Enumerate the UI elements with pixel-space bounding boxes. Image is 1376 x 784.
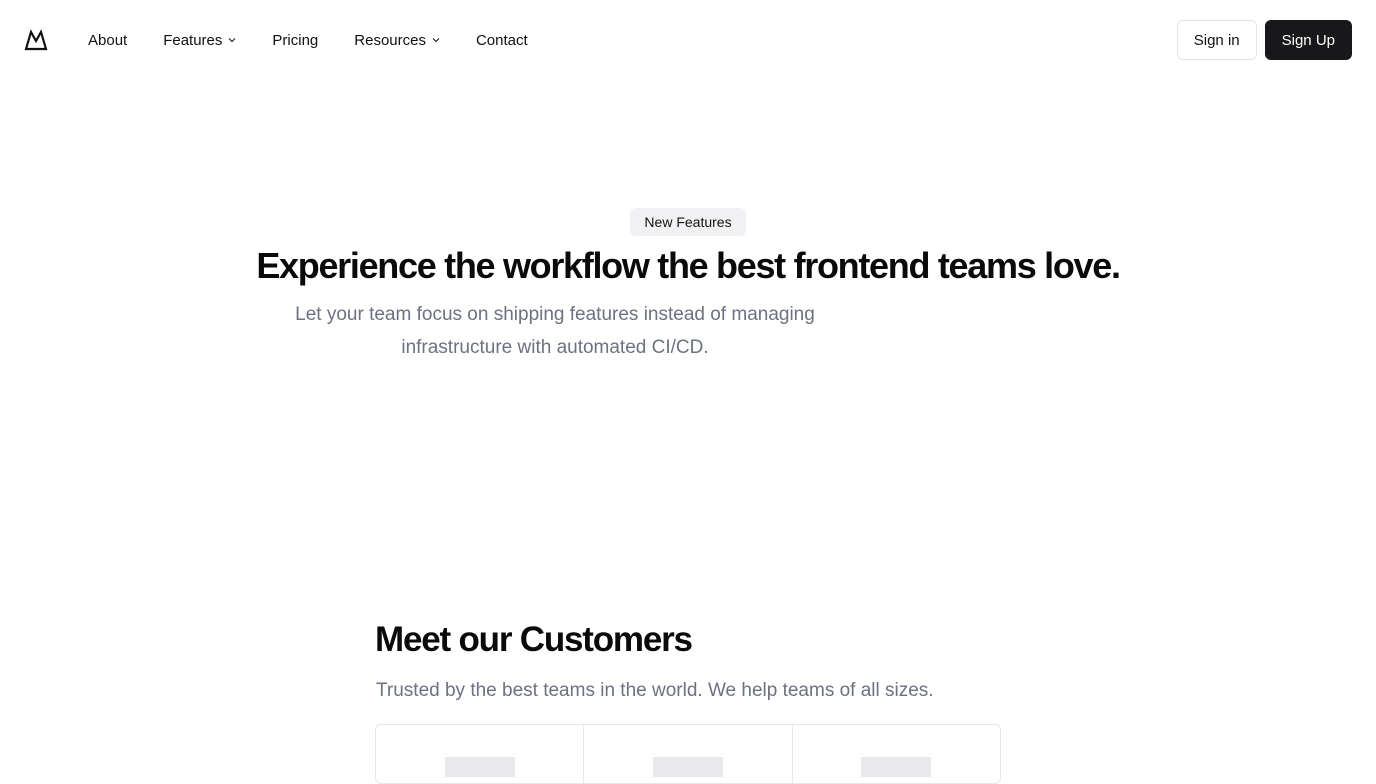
nav-item-resources[interactable]: Resources (354, 32, 440, 49)
customers-subtitle: Trusted by the best teams in the world. … (376, 680, 934, 701)
main-nav: About Features Pricing Resources Contact (88, 0, 528, 80)
customer-logo-placeholder (652, 757, 723, 777)
nav-item-about[interactable]: About (88, 32, 127, 49)
nav-item-label: About (88, 31, 128, 49)
chevron-down-icon (228, 36, 236, 44)
customer-logo-placeholder (861, 757, 932, 777)
customer-logo-grid (375, 724, 1001, 784)
auth-buttons: Sign in Sign Up (1176, 20, 1352, 60)
customer-logo-cell (793, 725, 1000, 783)
customer-logo-cell (376, 725, 585, 783)
sign-up-button[interactable]: Sign Up (1264, 20, 1352, 60)
mountain-logo-icon[interactable] (24, 29, 48, 51)
chevron-down-icon (432, 36, 440, 44)
customers-title: Meet our Customers (375, 620, 693, 659)
nav-item-label: Features (163, 31, 223, 49)
hero-title: Experience the workflow the best fronten… (256, 245, 1121, 286)
nav-item-contact[interactable]: Contact (476, 32, 528, 49)
hero-subtitle: Let your team focus on shipping features… (295, 304, 815, 358)
nav-item-features[interactable]: Features (163, 32, 236, 49)
customer-logo-cell (584, 725, 793, 783)
sign-in-button[interactable]: Sign in (1176, 20, 1257, 60)
nav-item-label: Pricing (272, 31, 319, 49)
nav-item-pricing[interactable]: Pricing (272, 32, 318, 49)
customer-logo-placeholder (444, 757, 515, 777)
new-features-badge[interactable]: New Features (630, 208, 746, 236)
site-header: About Features Pricing Resources Contact… (0, 0, 1376, 80)
nav-item-label: Contact (475, 31, 528, 49)
nav-item-label: Resources (354, 31, 426, 49)
